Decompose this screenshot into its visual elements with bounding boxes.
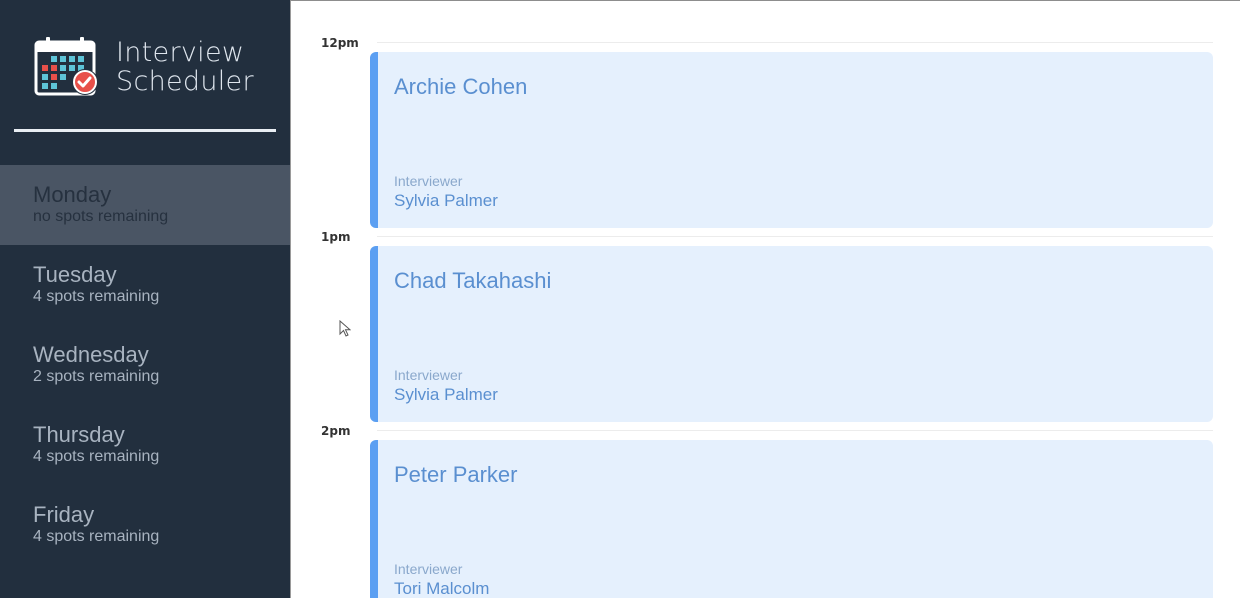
sidebar: Interview Scheduler Monday no spots rema…	[0, 0, 290, 598]
schedule: 12pm Archie Cohen Interviewer Sylvia Pal…	[290, 0, 1240, 598]
app-title: Interview Scheduler	[116, 38, 254, 96]
interviewer-label: Interviewer	[394, 367, 463, 383]
day-name: Monday	[33, 182, 112, 207]
day-item-thursday[interactable]: Thursday 4 spots remaining	[0, 405, 290, 485]
day-item-tuesday[interactable]: Tuesday 4 spots remaining	[0, 245, 290, 325]
interviewer-name: Tori Malcolm	[394, 579, 490, 598]
student-name: Chad Takahashi	[394, 268, 552, 293]
day-name: Friday	[33, 502, 95, 527]
app-title-line1: Interview	[116, 37, 245, 68]
app-title-line2: Scheduler	[116, 66, 254, 97]
interviewer-name: Sylvia Palmer	[394, 385, 498, 404]
student-name: Archie Cohen	[394, 74, 528, 99]
student-name: Peter Parker	[394, 462, 518, 487]
slot-separator	[377, 430, 1213, 431]
mouse-cursor-icon	[339, 320, 351, 337]
day-spots: 4 spots remaining	[33, 448, 160, 465]
day-name: Wednesday	[33, 342, 149, 367]
slot-separator	[377, 236, 1213, 237]
slot-time: 2pm	[321, 424, 351, 438]
slot-separator	[377, 42, 1213, 43]
interviewer-label: Interviewer	[394, 561, 463, 577]
slot-time: 12pm	[321, 36, 359, 50]
day-item-monday[interactable]: Monday no spots remaining	[0, 165, 290, 245]
day-name: Thursday	[33, 422, 125, 447]
day-list: Monday no spots remaining Tuesday 4 spot…	[0, 165, 290, 565]
interviewer-label: Interviewer	[394, 173, 463, 189]
calendar-check-icon	[34, 37, 98, 96]
appointment-card[interactable]: Chad Takahashi Interviewer Sylvia Palmer	[370, 246, 1213, 422]
brand: Interview Scheduler	[34, 36, 254, 98]
day-item-wednesday[interactable]: Wednesday 2 spots remaining	[0, 325, 290, 405]
slot-time: 1pm	[321, 230, 351, 244]
day-spots: 2 spots remaining	[33, 368, 160, 385]
day-spots: 4 spots remaining	[33, 528, 160, 545]
day-spots: 4 spots remaining	[33, 288, 160, 305]
day-spots: no spots remaining	[33, 208, 169, 225]
appointment-card[interactable]: Archie Cohen Interviewer Sylvia Palmer	[370, 52, 1213, 228]
sidebar-divider	[14, 129, 276, 132]
day-item-friday[interactable]: Friday 4 spots remaining	[0, 485, 290, 565]
appointment-card[interactable]: Peter Parker Interviewer Tori Malcolm	[370, 440, 1213, 598]
interviewer-name: Sylvia Palmer	[394, 191, 498, 210]
day-name: Tuesday	[33, 262, 117, 287]
